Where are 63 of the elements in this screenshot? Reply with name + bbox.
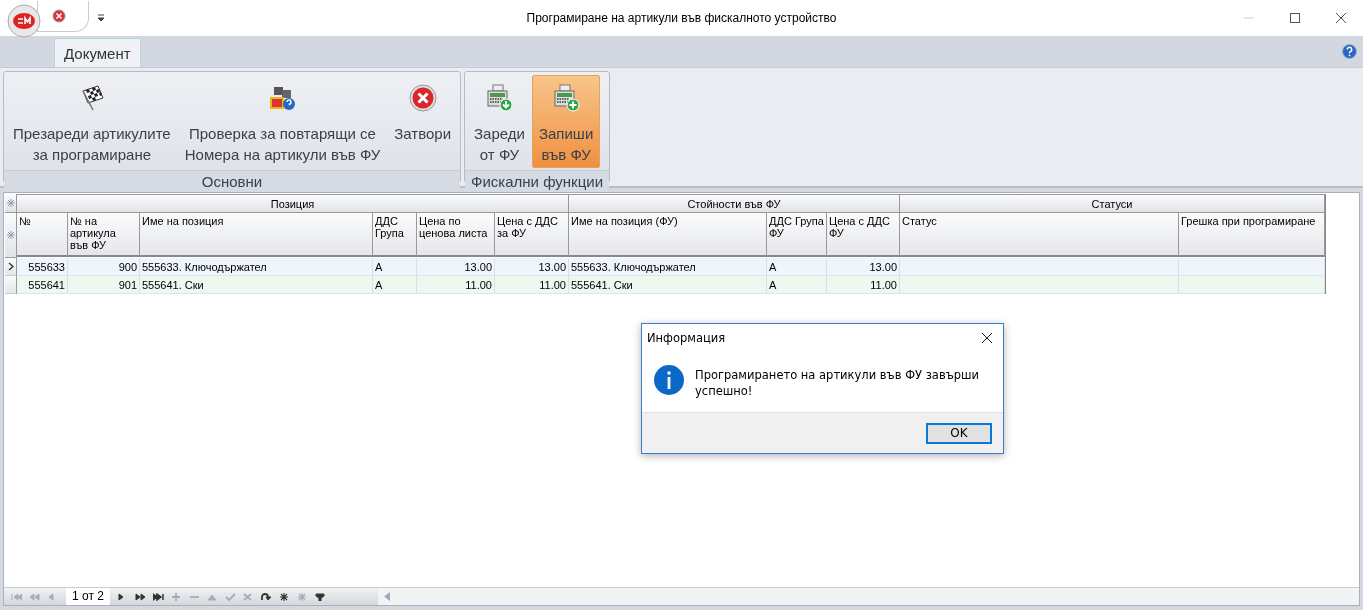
last-record-icon[interactable] bbox=[152, 592, 164, 601]
table-cell: А bbox=[373, 258, 417, 276]
close-icon bbox=[407, 83, 438, 113]
table-cell: 555633. Ключодържател bbox=[140, 258, 373, 276]
column-header[interactable]: ДДС Група bbox=[373, 213, 417, 257]
table-cell: 11.00 bbox=[827, 276, 900, 294]
window-title: Програмиране на артикули във фискалното устройство bbox=[526, 11, 837, 25]
table-cell: 13.00 bbox=[417, 258, 495, 276]
dialog-message: Програмирането на артикули във ФУ завърши успешно! bbox=[695, 367, 980, 399]
scroll-left-icon[interactable] bbox=[383, 592, 390, 601]
band-header[interactable]: Позиция bbox=[17, 194, 569, 213]
ribbon-tab[interactable]: Документ bbox=[54, 38, 141, 67]
table-cell: 11.00 bbox=[417, 276, 495, 294]
ribbon-button[interactable]: Запиши във ФУ bbox=[531, 75, 601, 168]
band-header[interactable]: Стойности във ФУ bbox=[569, 194, 900, 213]
asterisk-icon[interactable] bbox=[278, 592, 290, 601]
group-label: Фискални функции bbox=[465, 170, 609, 193]
column-header[interactable]: Цена по ценова листа bbox=[417, 213, 495, 257]
table-cell: А bbox=[373, 276, 417, 294]
table-cell: 555641 bbox=[17, 276, 68, 294]
ribbon-button[interactable]: Проверка за повтарящи се Номера на артикули във ФУ bbox=[177, 75, 388, 168]
ribbon-button[interactable]: Презареди артикулите за програмиране bbox=[6, 75, 178, 168]
column-header[interactable]: № на артикула във ФУ bbox=[68, 213, 140, 257]
horizontal-scrollbar[interactable] bbox=[377, 588, 1359, 605]
column-header[interactable]: Грешка при програмиране bbox=[1179, 213, 1325, 257]
ok-button[interactable]: OK bbox=[926, 422, 992, 444]
column-header[interactable]: Име на позиция (ФУ) bbox=[569, 213, 767, 257]
row-indicator[interactable] bbox=[5, 258, 17, 276]
table-cell: 13.00 bbox=[495, 258, 569, 276]
table-cell: 13.00 bbox=[827, 258, 900, 276]
filter-icon[interactable] bbox=[314, 592, 326, 601]
record-position: 1 от 2 bbox=[66, 588, 110, 605]
column-header[interactable]: ДДС Група ФУ bbox=[767, 213, 827, 257]
table-cell: 555641. Ски bbox=[569, 276, 767, 294]
table-cell: 555641. Ски bbox=[140, 276, 373, 294]
customize-toolbar-icon[interactable] bbox=[97, 14, 105, 22]
table-cell: 555633. Ключодържател bbox=[569, 258, 767, 276]
cash-register-download-icon bbox=[484, 83, 515, 113]
info-icon bbox=[653, 364, 685, 396]
dialog-title: Информация bbox=[647, 331, 726, 345]
column-header[interactable]: № bbox=[17, 213, 68, 257]
close-icon[interactable] bbox=[1335, 12, 1347, 24]
close-icon[interactable] bbox=[981, 332, 993, 344]
table-cell: А bbox=[767, 258, 827, 276]
table-cell: А bbox=[767, 276, 827, 294]
column-chooser-icon[interactable] bbox=[5, 194, 17, 213]
app-menu-button[interactable] bbox=[7, 3, 41, 38]
redo-arrow-icon[interactable] bbox=[260, 592, 272, 601]
table-cell: 555633 bbox=[17, 258, 68, 276]
maximize-icon[interactable] bbox=[1289, 12, 1301, 24]
ribbon-button[interactable]: Зареди от ФУ bbox=[467, 75, 532, 168]
column-header[interactable]: Статус bbox=[900, 213, 1179, 257]
column-header[interactable]: Цена с ДДС ФУ bbox=[827, 213, 900, 257]
table-cell: 11.00 bbox=[495, 276, 569, 294]
table-cell: 900 bbox=[68, 258, 140, 276]
column-header[interactable]: Цена с ДДС за ФУ bbox=[495, 213, 569, 257]
table-cell: 901 bbox=[68, 276, 140, 294]
next-page-icon[interactable] bbox=[134, 592, 146, 601]
help-icon[interactable] bbox=[1342, 44, 1357, 59]
column-header[interactable]: Име на позиция bbox=[140, 213, 373, 257]
ribbon-button[interactable]: Затвори bbox=[387, 75, 459, 168]
cash-register-add-icon bbox=[551, 83, 582, 113]
band-header[interactable]: Статуси bbox=[900, 194, 1325, 213]
